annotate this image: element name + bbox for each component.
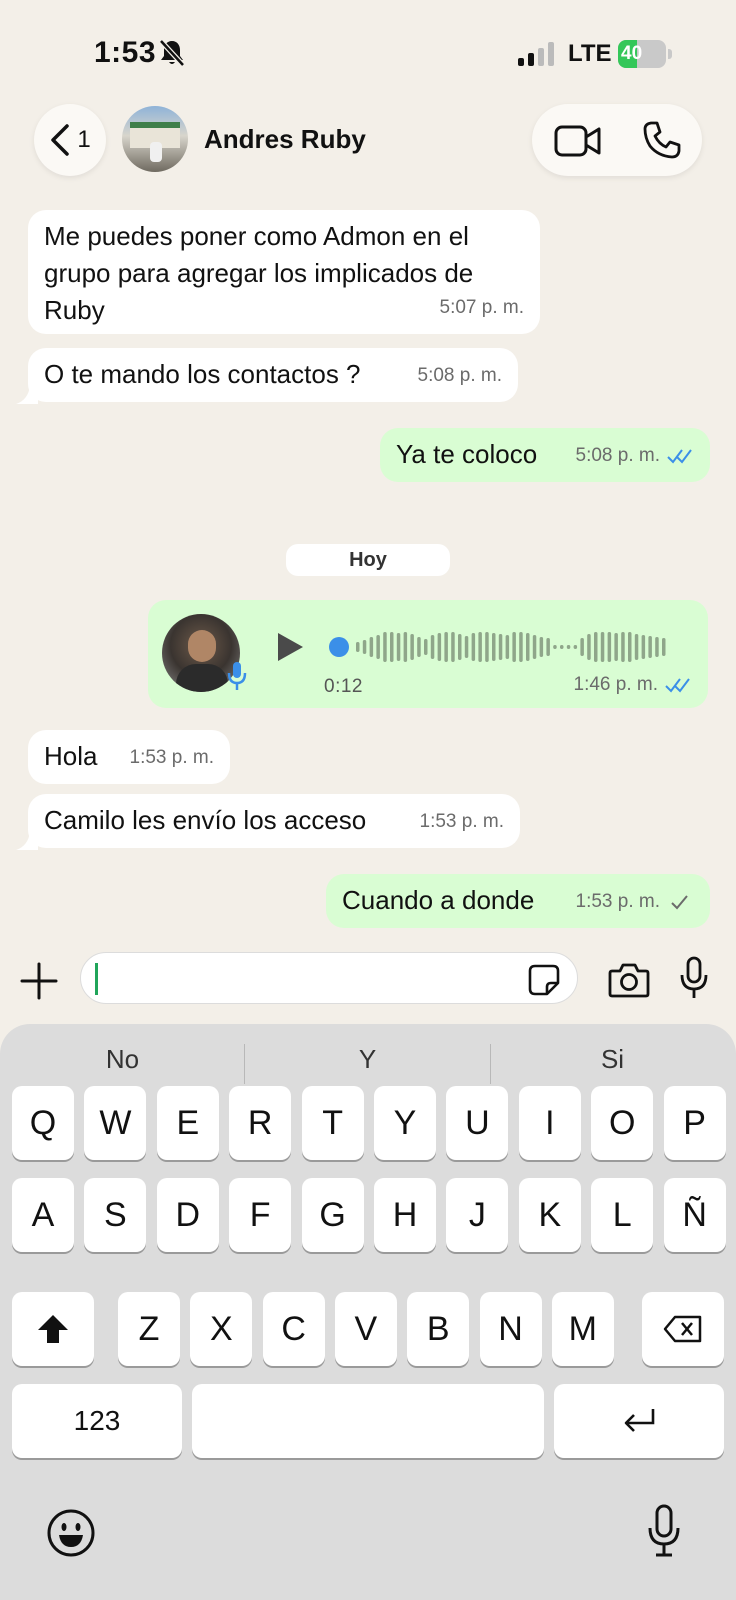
- microphone-icon: [227, 662, 247, 690]
- message-text: Cuando a donde: [342, 885, 535, 915]
- sent-tick-icon: [671, 894, 688, 909]
- text-caret: [95, 963, 98, 995]
- key-t[interactable]: T: [301, 1086, 364, 1160]
- message-list[interactable]: Me puedes poner como Admon en el grupo p…: [0, 196, 736, 940]
- sticker-icon[interactable]: [527, 963, 561, 997]
- message-time: 5:08 p. m.: [417, 365, 503, 386]
- voice-message-bubble[interactable]: 0:12 1:46 p. m.: [148, 600, 708, 708]
- day-separator: Hoy: [286, 544, 450, 576]
- key-h[interactable]: H: [374, 1178, 436, 1252]
- key-u[interactable]: U: [446, 1086, 509, 1160]
- contact-name[interactable]: Andres Ruby: [204, 124, 366, 155]
- message-time: 5:08 p. m.: [576, 437, 695, 474]
- back-button[interactable]: 1: [34, 104, 106, 176]
- message-time: 1:53 p. m.: [576, 883, 695, 920]
- microphone-icon[interactable]: [678, 956, 710, 1000]
- battery-percent: 40: [621, 43, 643, 64]
- read-ticks-icon: [665, 678, 690, 693]
- chevron-left-icon: [51, 124, 70, 156]
- key-a[interactable]: A: [12, 1178, 74, 1252]
- bubble-tail: [16, 832, 38, 850]
- message-time: 1:53 p. m.: [419, 811, 505, 832]
- play-icon[interactable]: [274, 630, 306, 664]
- message-input[interactable]: [80, 952, 578, 1004]
- playback-position-dot[interactable]: [329, 637, 349, 657]
- key-k[interactable]: K: [518, 1178, 581, 1252]
- key-s[interactable]: S: [84, 1178, 147, 1252]
- message-bubble-incoming[interactable]: Me puedes poner como Admon en el grupo p…: [28, 210, 540, 334]
- suggestion-item[interactable]: Y: [245, 1044, 490, 1075]
- key-z[interactable]: Z: [118, 1292, 180, 1366]
- phone-call-icon[interactable]: [642, 120, 682, 160]
- return-key[interactable]: [554, 1384, 724, 1458]
- video-call-icon[interactable]: [554, 124, 602, 158]
- key-d[interactable]: D: [156, 1178, 219, 1252]
- voice-duration: 0:12: [324, 676, 363, 697]
- unread-count: 1: [77, 126, 91, 153]
- dictation-mic-icon[interactable]: [646, 1504, 682, 1558]
- audio-waveform[interactable]: [328, 630, 672, 664]
- key-q[interactable]: Q: [12, 1086, 74, 1160]
- contact-avatar[interactable]: [122, 106, 188, 172]
- backspace-icon: [663, 1315, 702, 1343]
- message-bubble-outgoing[interactable]: Ya te coloco 5:08 p. m.: [380, 428, 710, 482]
- suggestion-item[interactable]: Si: [490, 1044, 735, 1075]
- message-bubble-incoming[interactable]: O te mando los contactos ? 5:08 p. m.: [28, 348, 518, 402]
- backspace-key[interactable]: [642, 1292, 724, 1366]
- key-m[interactable]: M: [551, 1292, 614, 1366]
- message-text: Camilo les envío los acceso: [44, 805, 367, 835]
- key-i[interactable]: I: [518, 1086, 581, 1160]
- bell-slash-icon: [159, 39, 185, 67]
- key-w[interactable]: W: [84, 1086, 147, 1160]
- plus-icon[interactable]: [20, 962, 58, 1000]
- read-ticks-icon: [667, 448, 692, 464]
- key-g[interactable]: G: [301, 1178, 364, 1252]
- key-n[interactable]: N: [479, 1292, 542, 1366]
- message-text: Ya te coloco: [396, 439, 538, 469]
- key-o[interactable]: O: [591, 1086, 654, 1160]
- message-time: 5:07 p. m.: [439, 297, 525, 318]
- suggestion-item[interactable]: No: [0, 1044, 245, 1075]
- message-bubble-outgoing[interactable]: Cuando a donde 1:53 p. m.: [326, 874, 710, 928]
- key-r[interactable]: R: [229, 1086, 292, 1160]
- call-actions: [532, 104, 702, 176]
- cellular-signal-icon: [518, 42, 554, 66]
- battery-indicator: 40: [618, 40, 672, 68]
- key-f[interactable]: F: [229, 1178, 292, 1252]
- message-composer: [0, 940, 736, 1024]
- status-time: 1:53: [94, 36, 157, 69]
- return-icon: [624, 1409, 655, 1432]
- numbers-key[interactable]: 123: [12, 1384, 182, 1458]
- status-bar: 1:53 LTE 40: [0, 0, 736, 100]
- key-y[interactable]: Y: [374, 1086, 436, 1160]
- message-text: Hola: [44, 741, 98, 771]
- message-bubble-incoming[interactable]: Hola 1:53 p. m.: [28, 730, 230, 784]
- network-type: LTE: [568, 40, 612, 67]
- message-text: O te mando los contactos ?: [44, 359, 361, 389]
- key-x[interactable]: X: [190, 1292, 253, 1366]
- message-time: 1:46 p. m.: [574, 674, 693, 696]
- key-v[interactable]: V: [334, 1292, 397, 1366]
- shift-key[interactable]: [12, 1292, 94, 1366]
- camera-icon[interactable]: [608, 962, 650, 998]
- shift-icon: [38, 1315, 68, 1343]
- key-e[interactable]: E: [156, 1086, 219, 1160]
- key-l[interactable]: L: [591, 1178, 654, 1252]
- key-j[interactable]: J: [446, 1178, 509, 1252]
- key-c[interactable]: C: [262, 1292, 325, 1366]
- space-bar[interactable]: [192, 1384, 544, 1458]
- message-bubble-incoming[interactable]: Camilo les envío los acceso 1:53 p. m.: [28, 794, 520, 848]
- key-b[interactable]: B: [407, 1292, 470, 1366]
- on-screen-keyboard: No Y Si QWERTYUIOP ASDFGHJKLÑ ZXCVBNM 123: [0, 1024, 736, 1600]
- key-p[interactable]: P: [663, 1086, 726, 1160]
- message-time: 1:53 p. m.: [129, 747, 215, 768]
- chat-header: 1 Andres Ruby: [0, 100, 736, 196]
- key-ñ[interactable]: Ñ: [663, 1178, 726, 1252]
- emoji-icon[interactable]: [46, 1508, 96, 1558]
- bubble-tail: [16, 386, 38, 404]
- message-text: Me puedes poner como Admon en el grupo p…: [44, 221, 474, 325]
